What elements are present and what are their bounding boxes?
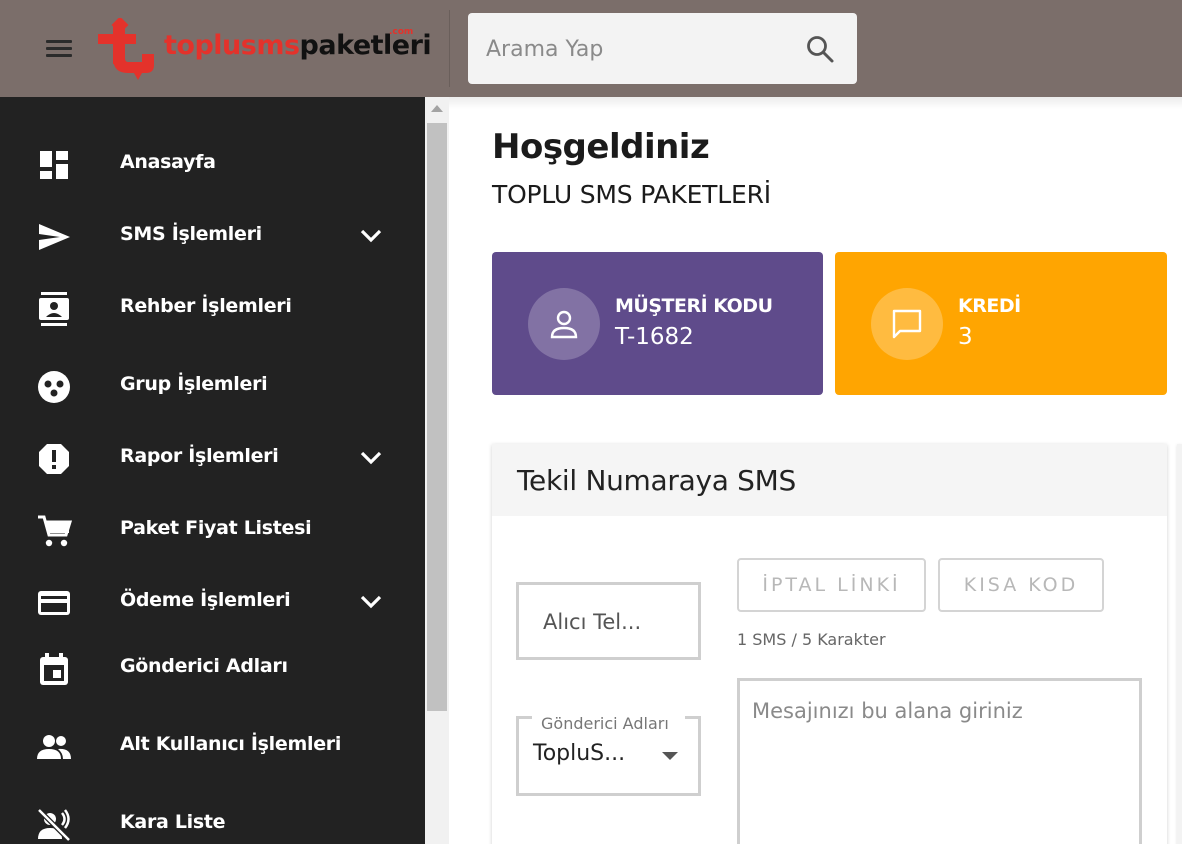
recipient-phone-field — [516, 582, 701, 660]
customer-code-card: MÜŞTERİ KODU T-1682 — [492, 252, 823, 395]
credit-card-icon — [38, 591, 70, 615]
search-input[interactable] — [486, 31, 786, 67]
sidebar-item-label: Rapor İşlemleri — [120, 445, 279, 467]
cancel-link-button[interactable]: İPTAL LİNKİ — [737, 558, 926, 612]
panel-header: Tekil Numaraya SMS — [492, 444, 1167, 516]
calendar-icon — [40, 653, 68, 685]
page-title: Hoşgeldiniz — [492, 127, 710, 167]
sidebar-item-label: Kara Liste — [120, 811, 226, 833]
sender-name-select[interactable]: Gönderici Adları TopluS... — [516, 714, 701, 796]
brand-logo[interactable]: toplusmspaketleri .com — [98, 18, 432, 80]
brand-wordmark-suffix: .com — [389, 27, 414, 37]
card-icon-circle — [871, 288, 943, 360]
sidebar-item-label: Ödeme İşlemleri — [120, 589, 291, 611]
credit-card: KREDİ 3 — [835, 252, 1167, 395]
sidebar-item-anasayfa[interactable]: Anasayfa — [0, 131, 425, 195]
adjacent-panel-edge — [1177, 444, 1182, 844]
character-counter: 1 SMS / 5 Karakter — [737, 630, 886, 649]
sidebar-item-rapor-islemleri[interactable]: Rapor İşlemleri — [0, 425, 425, 489]
recipient-phone-input[interactable] — [543, 607, 678, 637]
credit-value: 3 — [958, 324, 973, 350]
sidebar-item-gonderici-adlari[interactable]: Gönderici Adları — [0, 635, 425, 699]
top-header: toplusmspaketleri .com — [0, 0, 1182, 97]
sidebar-item-label: Paket Fiyat Listesi — [120, 517, 312, 539]
dropdown-caret-icon — [662, 752, 678, 760]
group-icon — [38, 371, 70, 403]
chevron-down-icon[interactable] — [358, 449, 384, 467]
sidebar-item-sms-islemleri[interactable]: SMS İşlemleri — [0, 203, 425, 267]
sidebar-item-grup-islemleri[interactable]: Grup İşlemleri — [0, 353, 425, 417]
voice-off-icon — [37, 808, 71, 842]
brand-t-logo-icon — [98, 18, 154, 80]
sidebar-scrollbar[interactable] — [425, 97, 449, 844]
page-subtitle: TOPLU SMS PAKETLERİ — [492, 180, 771, 209]
sidebar-item-label: Gönderici Adları — [120, 655, 288, 677]
sender-name-value: TopluS... — [533, 741, 626, 766]
chevron-down-icon[interactable] — [358, 593, 384, 611]
panel-title: Tekil Numaraya SMS — [517, 464, 796, 497]
customer-code-label: MÜŞTERİ KODU — [615, 295, 773, 317]
send-icon — [39, 224, 70, 250]
sidebar-item-label: Rehber İşlemleri — [120, 295, 292, 317]
message-box — [737, 678, 1142, 844]
menu-toggle-icon[interactable] — [44, 38, 74, 60]
select-border-segment — [516, 716, 532, 719]
select-border-segment — [685, 716, 701, 719]
sidebar-item-odeme-islemleri[interactable]: Ödeme İşlemleri — [0, 569, 425, 633]
header-shadow — [449, 97, 1182, 109]
sidebar-item-alt-kullanici-islemleri[interactable]: Alt Kullanıcı İşlemleri — [0, 713, 425, 777]
chat-icon — [892, 309, 922, 339]
card-icon-circle — [528, 288, 600, 360]
credit-label: KREDİ — [958, 295, 1021, 317]
contacts-icon — [39, 292, 69, 326]
sidebar-item-label: Alt Kullanıcı İşlemleri — [120, 733, 342, 755]
single-sms-panel: Tekil Numaraya SMS Gönderici Adları Topl… — [492, 444, 1167, 844]
customer-code-value: T-1682 — [615, 324, 694, 350]
report-icon — [39, 444, 69, 474]
sender-name-label: Gönderici Adları — [541, 714, 669, 733]
scrollbar-thumb[interactable] — [427, 123, 447, 711]
main-content: Hoşgeldiniz TOPLU SMS PAKETLERİ MÜŞTERİ … — [449, 97, 1182, 844]
search-icon[interactable] — [805, 34, 835, 64]
search-box — [468, 13, 857, 84]
dashboard-icon — [40, 151, 68, 179]
scroll-up-arrow-icon[interactable] — [431, 104, 443, 112]
person-icon — [550, 310, 578, 339]
sidebar-nav: Anasayfa SMS İşlemleri Rehber İşlemleri — [0, 97, 425, 844]
sidebar-item-kara-liste[interactable]: Kara Liste — [0, 791, 425, 844]
sidebar-item-rehber-islemleri[interactable]: Rehber İşlemleri — [0, 275, 425, 339]
sidebar-item-label: SMS İşlemleri — [120, 223, 262, 245]
message-textarea[interactable] — [752, 699, 1127, 844]
short-code-button[interactable]: KISA KOD — [938, 558, 1104, 612]
sidebar-item-label: Grup İşlemleri — [120, 373, 268, 395]
header-divider — [449, 10, 450, 87]
sidebar-item-paket-fiyat-listesi[interactable]: Paket Fiyat Listesi — [0, 497, 425, 561]
people-icon — [37, 735, 71, 759]
cart-icon — [38, 515, 72, 547]
app-root: toplusmspaketleri .com Anasayfa — [0, 0, 1182, 844]
brand-wordmark-part1: toplusms — [164, 30, 300, 61]
chevron-down-icon[interactable] — [358, 227, 384, 245]
sidebar-item-label: Anasayfa — [120, 151, 216, 173]
